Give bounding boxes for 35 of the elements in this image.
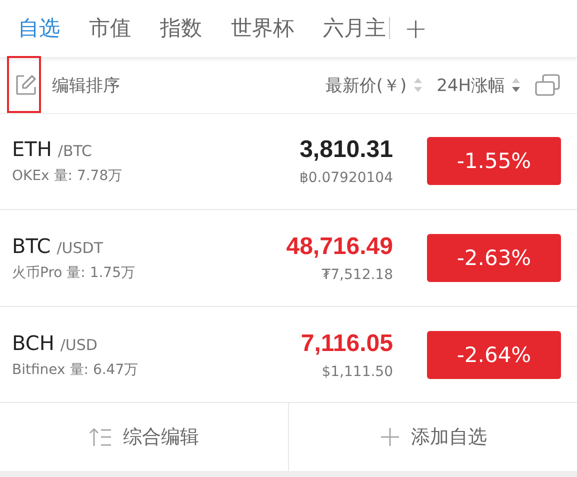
quote-currency: /BTC: [58, 142, 92, 160]
converted-price: ฿0.07920104: [299, 170, 393, 186]
exchange-volume: 火币Pro 量: 1.75万: [12, 264, 136, 282]
sort-icon[interactable]: [511, 77, 521, 94]
exchange-volume: Bitfinex 量: 6.47万: [12, 360, 140, 379]
change-badge[interactable]: -2.64%: [427, 330, 561, 379]
sort-list-icon: [89, 426, 113, 448]
tab[interactable]: 世界杯: [231, 14, 294, 42]
tab[interactable]: 自选: [18, 14, 60, 42]
tab[interactable]: 市值: [89, 14, 131, 42]
bulk-edit-button[interactable]: 综合编辑: [0, 403, 288, 471]
coin-symbol: ETH: [12, 137, 52, 162]
tab[interactable]: 指数: [160, 14, 202, 42]
change-badge[interactable]: -2.63%: [427, 234, 561, 282]
plus-icon: [379, 426, 401, 448]
coin-symbol: BTC: [12, 234, 51, 258]
tab[interactable]: 六月主: [323, 14, 386, 42]
price: 3,810.31: [300, 136, 393, 164]
change-badge[interactable]: -1.55%: [427, 137, 561, 186]
add-favorite-button[interactable]: 添加自选: [288, 403, 577, 471]
converted-price: $1,111.50: [322, 364, 393, 380]
converted-price: ₮7,512.18: [322, 267, 393, 284]
price-column-header[interactable]: 最新价(￥): [325, 74, 407, 97]
copy-icon[interactable]: [535, 73, 561, 98]
quote-currency: /USD: [60, 336, 98, 354]
coin-symbol: BCH: [12, 330, 54, 355]
quote-currency: /USDT: [56, 239, 104, 258]
divider-bar: [389, 17, 390, 40]
sort-edit-label[interactable]: 编辑排序: [52, 74, 120, 97]
price: 7,116.05: [300, 330, 393, 358]
exchange-volume: OKEx 量: 7.78万: [12, 167, 124, 186]
change-column-header[interactable]: 24H涨幅: [436, 74, 505, 97]
price: 48,716.49: [286, 233, 393, 262]
add-tab-button[interactable]: +: [404, 12, 428, 45]
edit-icon[interactable]: [14, 73, 38, 98]
